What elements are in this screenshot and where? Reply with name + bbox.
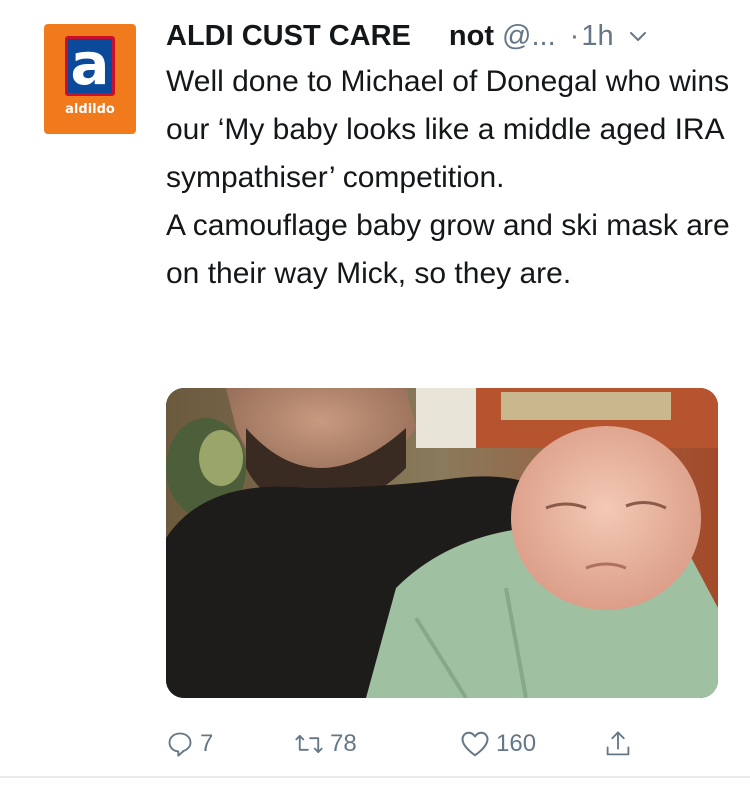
divider [0, 776, 750, 778]
time-separator: · [569, 19, 580, 52]
retweet-icon [295, 735, 323, 753]
chevron-down-icon[interactable] [628, 26, 648, 46]
heart-icon [461, 731, 489, 757]
retweet-button[interactable]: 78 [294, 724, 357, 764]
logo-wordmark: aldildo [65, 102, 115, 117]
retweet-count: 78 [330, 730, 357, 757]
reply-count: 7 [200, 730, 214, 757]
handle-rest: @... [493, 19, 556, 52]
tweet-header: ALDI CUST CARE not @... · 1h [166, 14, 736, 58]
display-name[interactable]: ALDI CUST CARE [166, 20, 411, 53]
tweet-text-paragraph: A camouflage baby grow and ski mask are … [166, 209, 730, 290]
reply-button[interactable]: 7 [166, 724, 213, 764]
like-count: 160 [496, 730, 537, 757]
logo-letter: a [70, 30, 110, 98]
reply-icon [168, 732, 192, 757]
share-button[interactable] [604, 724, 632, 764]
tweet-text-paragraph: Well done to Michael of Donegal who wins… [166, 65, 730, 194]
aldi-logo-icon: a [65, 30, 115, 98]
share-icon [606, 731, 630, 756]
timestamp[interactable]: 1h [581, 20, 613, 53]
photo-icon [166, 388, 718, 698]
tweet-text: Well done to Michael of Donegal who wins… [166, 58, 736, 298]
avatar[interactable]: a aldildo [44, 24, 136, 134]
user-handle[interactable]: not @... [449, 20, 556, 53]
tweet-actions: 7 78 160 [166, 724, 666, 764]
like-button[interactable]: 160 [460, 724, 536, 764]
tweet[interactable]: a aldildo ALDI CUST CARE not @... · 1h W… [0, 0, 750, 790]
avatar-background: a aldildo [50, 30, 130, 128]
tweet-photo[interactable] [166, 388, 718, 698]
handle-prefix: not [448, 19, 494, 52]
